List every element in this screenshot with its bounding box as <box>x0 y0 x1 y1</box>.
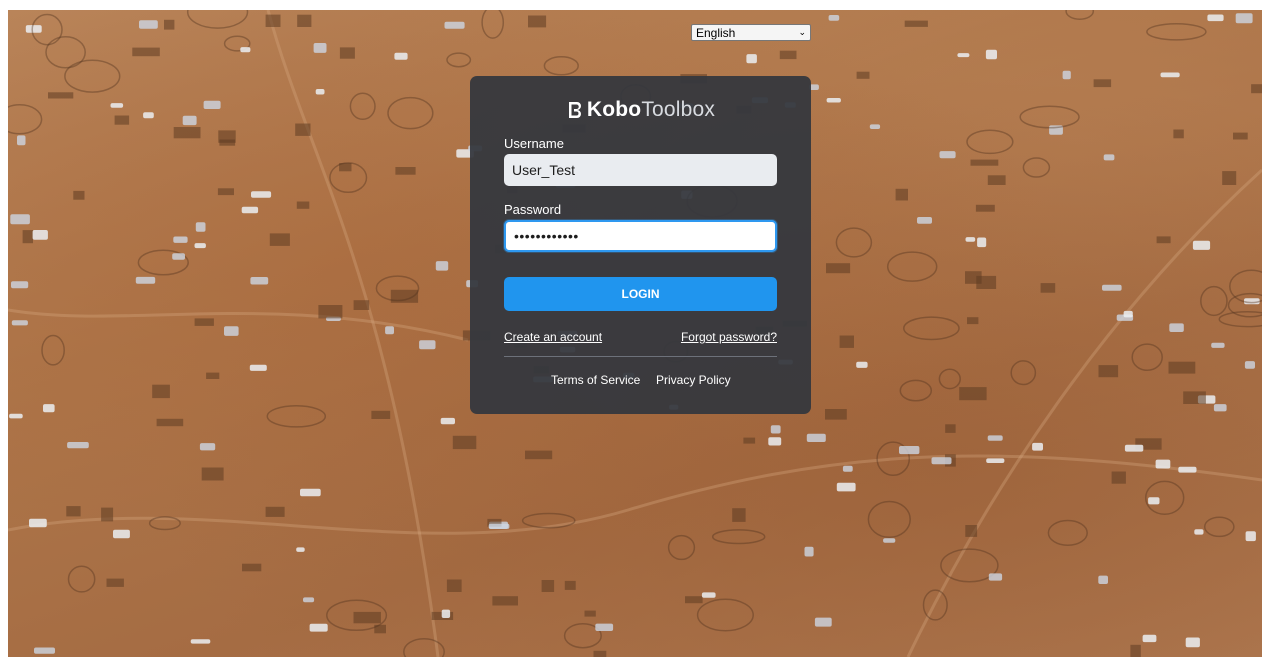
username-label: Username <box>504 136 564 151</box>
login-card: KoboToolbox Username User_Test Password … <box>470 76 811 414</box>
logo-text-light: Toolbox <box>641 98 716 121</box>
password-input[interactable]: •••••••••••• <box>504 220 777 252</box>
logo-text: KoboToolbox <box>587 98 715 122</box>
username-value: User_Test <box>512 162 576 178</box>
divider <box>504 356 777 357</box>
privacy-policy-link[interactable]: Privacy Policy <box>656 373 731 387</box>
language-select[interactable]: English ⌄ <box>691 24 811 41</box>
forgot-password-link[interactable]: Forgot password? <box>681 330 777 344</box>
password-label: Password <box>504 202 562 217</box>
terms-of-service-link[interactable]: Terms of Service <box>551 373 640 387</box>
logo-text-bold: Kobo <box>586 98 642 121</box>
login-button[interactable]: LOGIN <box>504 277 777 311</box>
login-button-label: LOGIN <box>621 287 660 301</box>
password-value: •••••••••••• <box>514 228 579 244</box>
chevron-down-icon: ⌄ <box>798 27 806 37</box>
create-account-link[interactable]: Create an account <box>504 330 602 344</box>
logo: KoboToolbox <box>470 98 811 122</box>
username-input[interactable]: User_Test <box>504 154 777 186</box>
language-select-value: English <box>696 25 736 40</box>
kobotoolbox-logo-icon <box>568 102 581 118</box>
